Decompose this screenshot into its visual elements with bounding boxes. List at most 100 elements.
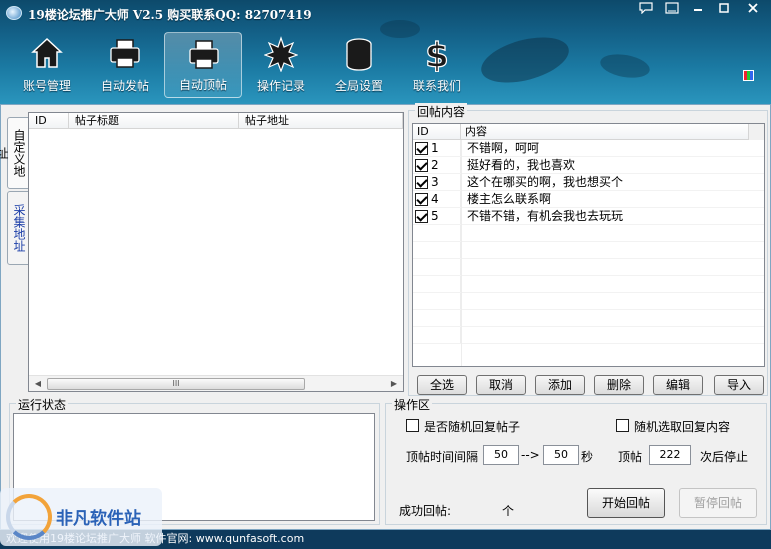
random-reply-content-checkbox[interactable] xyxy=(616,419,629,432)
row-id: 5 xyxy=(431,209,439,223)
start-reply-button[interactable]: 开始回帖 xyxy=(587,488,665,518)
watermark-text: 非凡软件站 xyxy=(56,509,141,529)
maximize-button[interactable] xyxy=(713,2,735,20)
dollar-icon: $ xyxy=(420,35,454,76)
top-posts-count-input[interactable]: 222 xyxy=(649,445,691,465)
interval-to-input[interactable]: 50 xyxy=(543,445,579,465)
column-header-id[interactable]: ID xyxy=(29,113,69,128)
row-id: 4 xyxy=(431,192,439,206)
table-row[interactable]: 2 挺好看的，我也喜欢 xyxy=(413,157,764,174)
table-row[interactable]: 5 不错不错，有机会我也去玩玩 xyxy=(413,208,764,225)
scroll-right-icon[interactable]: ▶ xyxy=(387,378,401,390)
tab-collected-address[interactable]: 采集地址 xyxy=(7,191,29,265)
empty-cell xyxy=(461,293,751,309)
printer-icon xyxy=(108,36,142,72)
reply-content-table[interactable]: ID 内容 1 不错啊，呵呵 2 挺好看的，我也喜欢 3 这个在哪买的啊，我也想买个 4 楼主… xyxy=(412,123,765,367)
grid-line xyxy=(461,140,462,366)
row-checkbox[interactable] xyxy=(415,192,428,206)
add-button[interactable]: 添加 xyxy=(535,375,585,395)
row-content: 不错啊，呵呵 xyxy=(467,141,540,155)
empty-row xyxy=(413,225,764,242)
main-toolbar: 账号管理 自动发帖 自动顶帖 操作记录 全局设置 $ 联系我们 xyxy=(8,32,476,98)
column-header-title[interactable]: 帖子标题 xyxy=(69,113,239,128)
stop-after-label: 次后停止 xyxy=(700,450,749,464)
column-header-content[interactable]: 内容 xyxy=(461,124,751,139)
row-checkbox[interactable] xyxy=(415,175,428,189)
row-id: 2 xyxy=(431,158,439,172)
toolbar-operation-log[interactable]: 操作记录 xyxy=(242,32,320,98)
row-checkbox[interactable] xyxy=(415,141,428,155)
empty-cell xyxy=(413,259,461,275)
edit-button[interactable]: 编辑 xyxy=(653,375,703,395)
row-content: 挺好看的，我也喜欢 xyxy=(467,158,576,172)
reply-button-row: 全选 取消 添加 删除 编辑 导入 xyxy=(417,375,764,395)
toolbar-label: 联系我们 xyxy=(412,79,461,93)
toolbar-account-management[interactable]: 账号管理 xyxy=(8,32,86,98)
scroll-left-icon[interactable]: ◀ xyxy=(31,378,45,390)
toolbar-contact-us[interactable]: $ 联系我们 xyxy=(398,32,476,98)
minimize-button[interactable] xyxy=(687,2,709,20)
empty-cell xyxy=(461,327,751,343)
top-posts-label: 顶帖 xyxy=(618,450,643,464)
skin-icon[interactable] xyxy=(661,2,683,20)
table-row[interactable]: 3 这个在哪买的啊，我也想买个 xyxy=(413,174,764,191)
table-row[interactable]: 4 楼主怎么联系啊 xyxy=(413,191,764,208)
svg-text:$: $ xyxy=(425,36,449,72)
empty-cell xyxy=(413,242,461,258)
column-header-url[interactable]: 帖子地址 xyxy=(239,113,403,128)
main-panel: 自定义地址 采集地址 ID 帖子标题 帖子地址 ◀ III ▶ 回帖内容 ID … xyxy=(0,103,771,530)
empty-cell xyxy=(461,310,751,326)
window-title: 19楼论坛推广大师 V2.5 购买联系QQ: 82707419 xyxy=(28,8,312,22)
starburst-icon xyxy=(263,36,299,73)
empty-cell xyxy=(413,310,461,326)
toolbar-label: 自动发帖 xyxy=(100,79,149,93)
interval-from-input[interactable]: 50 xyxy=(483,445,519,465)
seconds-unit: 秒 xyxy=(581,450,594,464)
scroll-thumb[interactable]: III xyxy=(47,378,305,390)
house-icon xyxy=(30,36,64,72)
random-reply-post-label[interactable]: 是否随机回复帖子 xyxy=(424,418,520,435)
post-list[interactable]: ID 帖子标题 帖子地址 ◀ III ▶ xyxy=(28,112,404,392)
empty-cell xyxy=(461,225,751,241)
random-reply-content-label[interactable]: 随机选取回复内容 xyxy=(634,418,730,435)
empty-cell xyxy=(413,293,461,309)
cancel-button[interactable]: 取消 xyxy=(476,375,526,395)
row-checkbox[interactable] xyxy=(415,209,428,223)
app-logo-icon xyxy=(6,6,22,20)
empty-cell xyxy=(413,327,461,343)
post-list-header: ID 帖子标题 帖子地址 xyxy=(29,113,403,129)
random-reply-post-checkbox[interactable] xyxy=(406,419,419,432)
row-checkbox[interactable] xyxy=(415,158,428,172)
empty-row xyxy=(413,327,764,344)
delete-button[interactable]: 删除 xyxy=(594,375,644,395)
color-theme-icon[interactable] xyxy=(743,70,754,81)
banner-fish-decoration xyxy=(476,29,574,91)
empty-cell xyxy=(461,259,751,275)
toolbar-auto-post[interactable]: 自动发帖 xyxy=(86,32,164,98)
empty-row xyxy=(413,242,764,259)
empty-row xyxy=(413,276,764,293)
horizontal-scrollbar[interactable]: ◀ III ▶ xyxy=(29,375,403,391)
group-title: 操作区 xyxy=(392,396,433,413)
group-title: 运行状态 xyxy=(16,396,69,413)
interval-arrow: --> xyxy=(521,448,540,462)
interval-label: 顶帖时间间隔 xyxy=(406,450,479,464)
toolbar-auto-bump[interactable]: 自动顶帖 xyxy=(164,32,242,98)
import-button[interactable]: 导入 xyxy=(714,375,764,395)
pause-reply-button[interactable]: 暂停回帖 xyxy=(679,488,757,518)
tab-custom-address[interactable]: 自定义地址 xyxy=(0,117,29,189)
reply-rows: 1 不错啊，呵呵 2 挺好看的，我也喜欢 3 这个在哪买的啊，我也想买个 4 楼主怎么联系啊 5… xyxy=(413,140,764,344)
empty-row xyxy=(413,310,764,327)
toolbar-global-settings[interactable]: 全局设置 xyxy=(320,32,398,98)
toolbar-label: 账号管理 xyxy=(22,79,71,93)
row-content: 楼主怎么联系啊 xyxy=(467,192,552,206)
row-id-cell: 1 xyxy=(413,140,461,156)
table-row[interactable]: 1 不错啊，呵呵 xyxy=(413,140,764,157)
row-id-cell: 3 xyxy=(413,174,461,190)
group-title: 回帖内容 xyxy=(415,103,468,120)
chat-icon[interactable] xyxy=(635,2,657,20)
title-bar[interactable]: 19楼论坛推广大师 V2.5 购买联系QQ: 82707419 xyxy=(0,0,771,26)
column-header-id[interactable]: ID xyxy=(413,124,461,139)
select-all-button[interactable]: 全选 xyxy=(417,375,467,395)
close-button[interactable] xyxy=(739,2,767,20)
